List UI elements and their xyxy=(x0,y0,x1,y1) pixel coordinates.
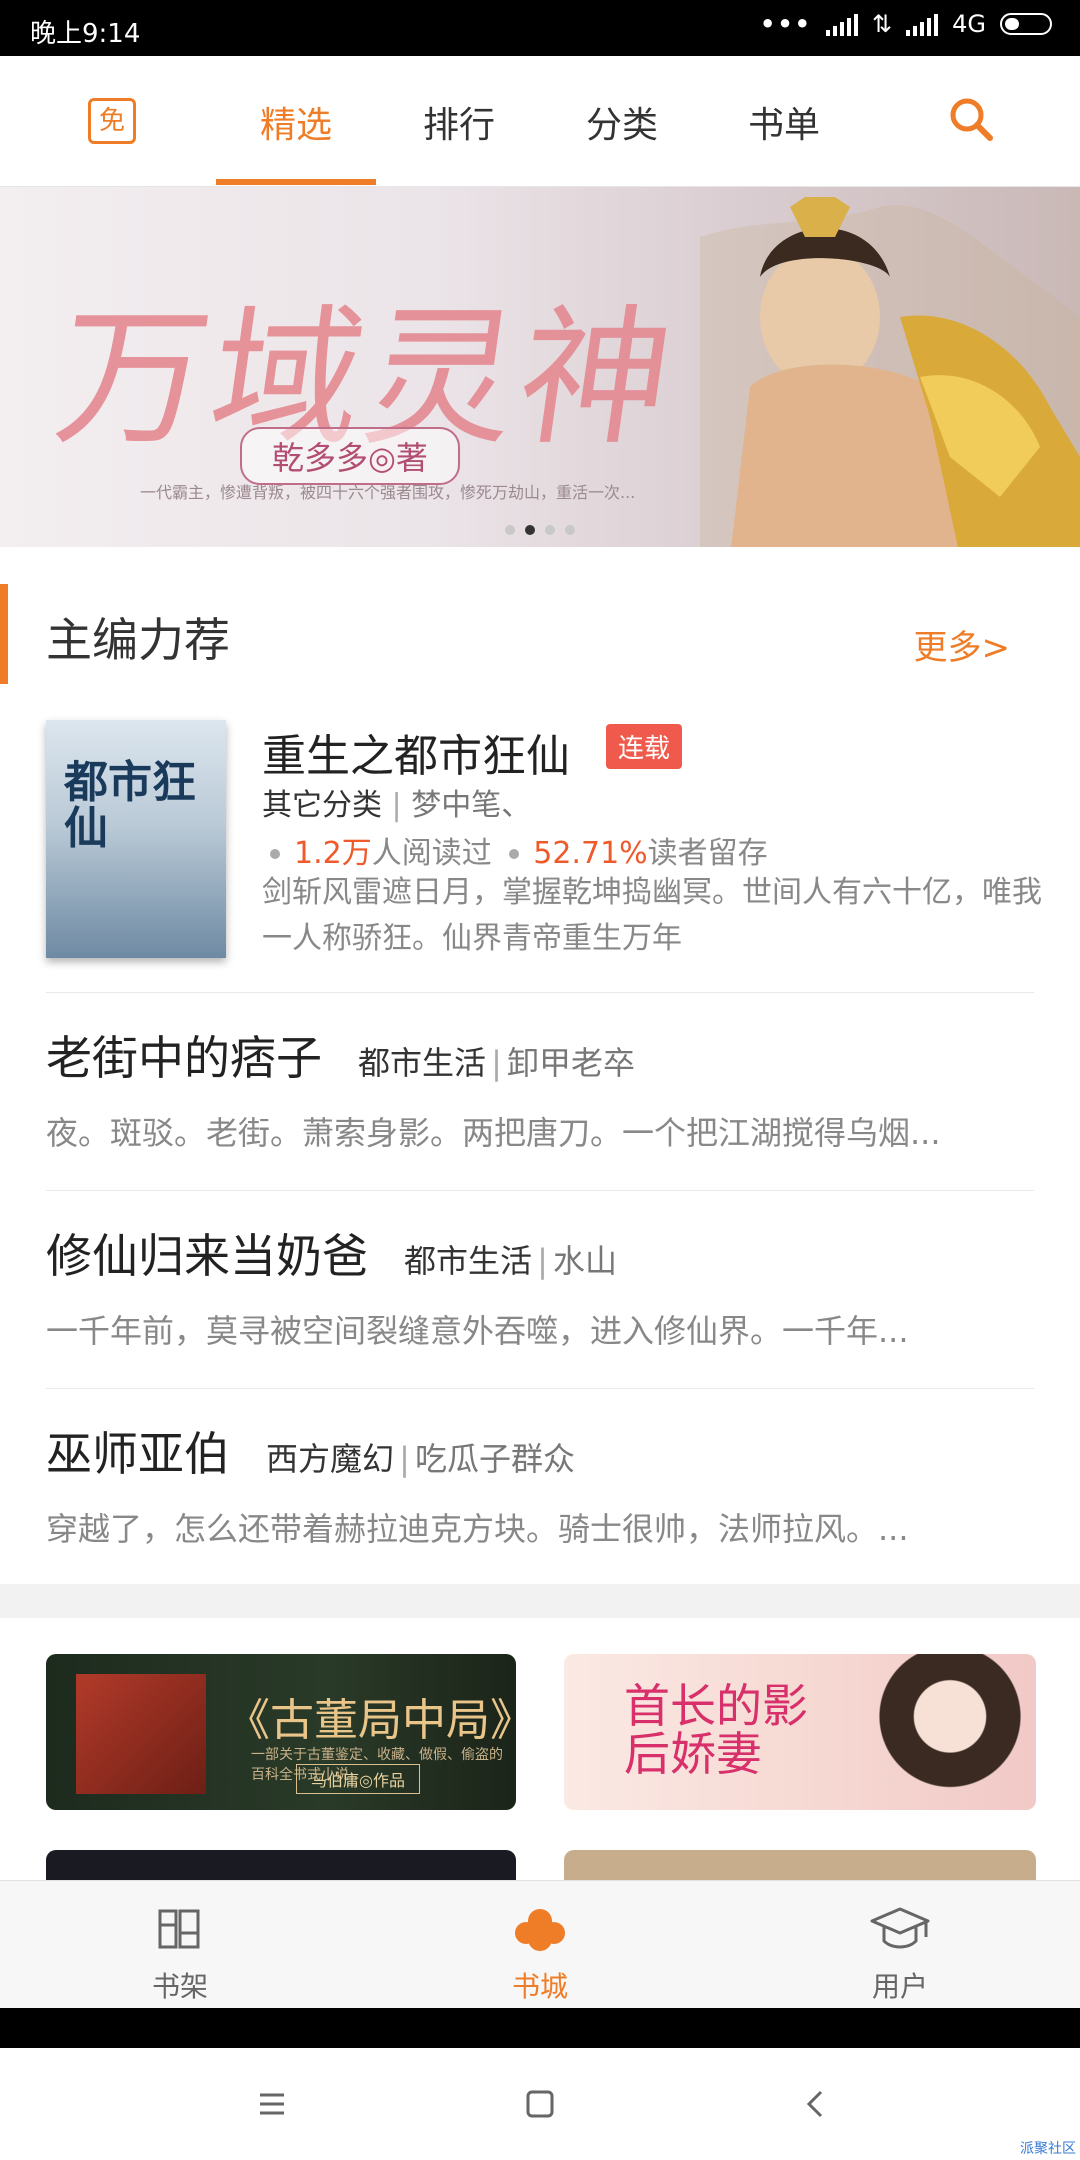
book-category: 都市生活 xyxy=(358,1044,487,1082)
tab-bookshelf[interactable]: 书架 xyxy=(100,1903,260,2005)
divider xyxy=(46,1388,1034,1389)
book-description: 一千年前，莫寻被空间裂缝意外吞噬，进入修仙界。一千年... xyxy=(46,1312,909,1350)
banner-dot-active[interactable] xyxy=(525,525,535,535)
promo-illustration xyxy=(864,1654,1036,1810)
more-link[interactable]: 更多> xyxy=(914,620,1011,669)
hero-banner[interactable]: 万域灵神 乾多多◎著 一代霸主，惨遭背叛，被四十六个强者围攻，惨死万劫山，重活一… xyxy=(0,187,1080,547)
system-nav-bar: 派聚社区 xyxy=(0,2048,1080,2160)
menu-icon[interactable] xyxy=(252,2084,292,2124)
promo-title: 首长的影后娇妻 xyxy=(624,1679,808,1782)
reader-count: 1.2万 xyxy=(294,836,372,871)
status-bar: 晚上9:14 ••• ⇅ 4G xyxy=(0,0,1080,56)
book-category: 都市生活 xyxy=(404,1242,533,1280)
book-title[interactable]: 老街中的痞子 xyxy=(46,1022,322,1088)
meta-separator: | xyxy=(537,1242,548,1280)
banner-dot[interactable] xyxy=(505,525,515,535)
retention-suffix: 读者留存 xyxy=(647,836,768,871)
promo-author: 马伯庸◎作品 xyxy=(296,1764,420,1794)
bookshelf-icon xyxy=(158,1909,200,1949)
tab-label: 书城 xyxy=(511,1970,568,2003)
section-title: 主编力荐 xyxy=(46,613,230,667)
book-description: 穿越了，怎么还带着赫拉迪克方块。骑士很帅，法师拉风。... xyxy=(46,1510,909,1548)
featured-stats: 1.2万人阅读过 52.71%读者留存 xyxy=(262,828,768,872)
editor-picks-header: 主编力荐 更多> xyxy=(0,584,1080,684)
featured-meta: 其它分类 | 梦中笔、 xyxy=(262,780,531,824)
banner-dot[interactable] xyxy=(545,525,555,535)
promo-title: 《古董局中局》 xyxy=(226,1695,516,1746)
book-category: 西方魔幻 xyxy=(266,1440,395,1478)
banner-hero-illustration xyxy=(700,197,1080,547)
data-transfer-icon: ⇅ xyxy=(872,10,893,38)
book-author: 吃瓜子群众 xyxy=(414,1440,575,1478)
bullet-icon xyxy=(270,849,280,859)
status-icons: ••• ⇅ 4G xyxy=(760,10,1052,38)
section-accent-bar xyxy=(0,584,8,684)
book-author: 水山 xyxy=(552,1242,617,1280)
system-divider-band xyxy=(0,2008,1080,2048)
status-badge: 连载 xyxy=(606,724,683,769)
list-item[interactable]: 巫师亚伯 西方魔幻 | 吃瓜子群众 穿越了，怎么还带着赫拉迪克方块。骑士很帅，法师… xyxy=(46,1418,1036,1550)
signal-icon-2 xyxy=(906,12,939,36)
cloud-icon xyxy=(515,1909,565,1951)
book-box-illustration xyxy=(76,1674,206,1794)
status-time: 晚上9:14 xyxy=(30,19,141,49)
tab-category[interactable]: 分类 xyxy=(547,96,697,148)
reader-count-suffix: 人阅读过 xyxy=(371,836,492,871)
divider xyxy=(46,1190,1034,1191)
divider xyxy=(46,992,1034,993)
active-tab-indicator xyxy=(216,179,376,185)
tab-booklist[interactable]: 书单 xyxy=(709,96,859,148)
promo-banner-antique[interactable]: 《古董局中局》 一部关于古董鉴定、收藏、做假、偷盗的百科全书式小说 马伯庸◎作品 xyxy=(46,1654,516,1810)
retention-rate: 52.71% xyxy=(533,836,648,871)
meta-separator: | xyxy=(399,1440,410,1478)
promo-banner-romance[interactable]: 首长的影后娇妻 xyxy=(564,1654,1036,1810)
banner-pagination xyxy=(505,525,575,535)
book-category: 其它分类 xyxy=(262,788,382,823)
back-icon[interactable] xyxy=(796,2084,836,2124)
banner-dot[interactable] xyxy=(565,525,575,535)
banner-subtitle: 一代霸主，惨遭背叛，被四十六个强者围攻，惨死万劫山，重活一次... xyxy=(140,483,636,502)
banner-author: 乾多多◎著 xyxy=(240,427,460,485)
top-nav: 免 精选 排行 分类 书单 xyxy=(0,56,1080,187)
book-author: 梦中笔、 xyxy=(411,788,532,823)
bottom-tab-bar: 书架 书城 用户 xyxy=(0,1880,1080,2009)
home-icon[interactable] xyxy=(520,2084,560,2124)
tab-label: 书架 xyxy=(151,1970,208,2003)
network-type: 4G xyxy=(952,10,986,38)
featured-book[interactable]: 都市狂仙 重生之都市狂仙 连载 其它分类 | 梦中笔、 1.2万人阅读过 52.… xyxy=(46,720,1042,960)
section-gap xyxy=(0,1584,1080,1618)
tab-user[interactable]: 用户 xyxy=(820,1903,980,2005)
more-dots-icon: ••• xyxy=(759,10,813,38)
graduation-cap-icon xyxy=(870,1907,930,1949)
list-item[interactable]: 修仙归来当奶爸 都市生活 | 水山 一千年前，莫寻被空间裂缝意外吞噬，进入修仙界。… xyxy=(46,1220,1036,1352)
featured-description: 剑斩风雷遮日月，掌握乾坤捣幽冥。世间人有六十亿，唯我一人称骄狂。仙界青帝重生万年 xyxy=(262,875,1042,956)
watermark: 派聚社区 xyxy=(1020,2141,1076,2157)
cover-title: 都市狂仙 xyxy=(64,757,196,855)
battery-icon xyxy=(1000,13,1052,35)
signal-icon xyxy=(826,12,859,36)
meta-separator: | xyxy=(491,1044,502,1082)
tab-label: 用户 xyxy=(871,1970,928,2003)
search-icon[interactable] xyxy=(946,94,996,144)
tab-bookstore[interactable]: 书城 xyxy=(460,1903,620,2005)
bullet-icon xyxy=(509,849,520,859)
tab-ranking[interactable]: 排行 xyxy=(384,96,534,148)
book-title[interactable]: 修仙归来当奶爸 xyxy=(46,1220,368,1286)
list-item[interactable]: 老街中的痞子 都市生活 | 卸甲老卒 夜。斑驳。老街。萧索身影。两把唐刀。一个把江… xyxy=(46,1022,1036,1154)
meta-separator: | xyxy=(391,788,402,823)
book-title[interactable]: 巫师亚伯 xyxy=(46,1418,230,1484)
tab-featured[interactable]: 精选 xyxy=(221,96,371,148)
book-description: 夜。斑驳。老街。萧索身影。两把唐刀。一个把江湖搅得乌烟... xyxy=(46,1114,941,1152)
free-logo-icon[interactable]: 免 xyxy=(88,98,136,144)
featured-title[interactable]: 重生之都市狂仙 xyxy=(262,720,570,784)
book-author: 卸甲老卒 xyxy=(506,1044,635,1082)
book-cover[interactable]: 都市狂仙 xyxy=(46,720,226,958)
